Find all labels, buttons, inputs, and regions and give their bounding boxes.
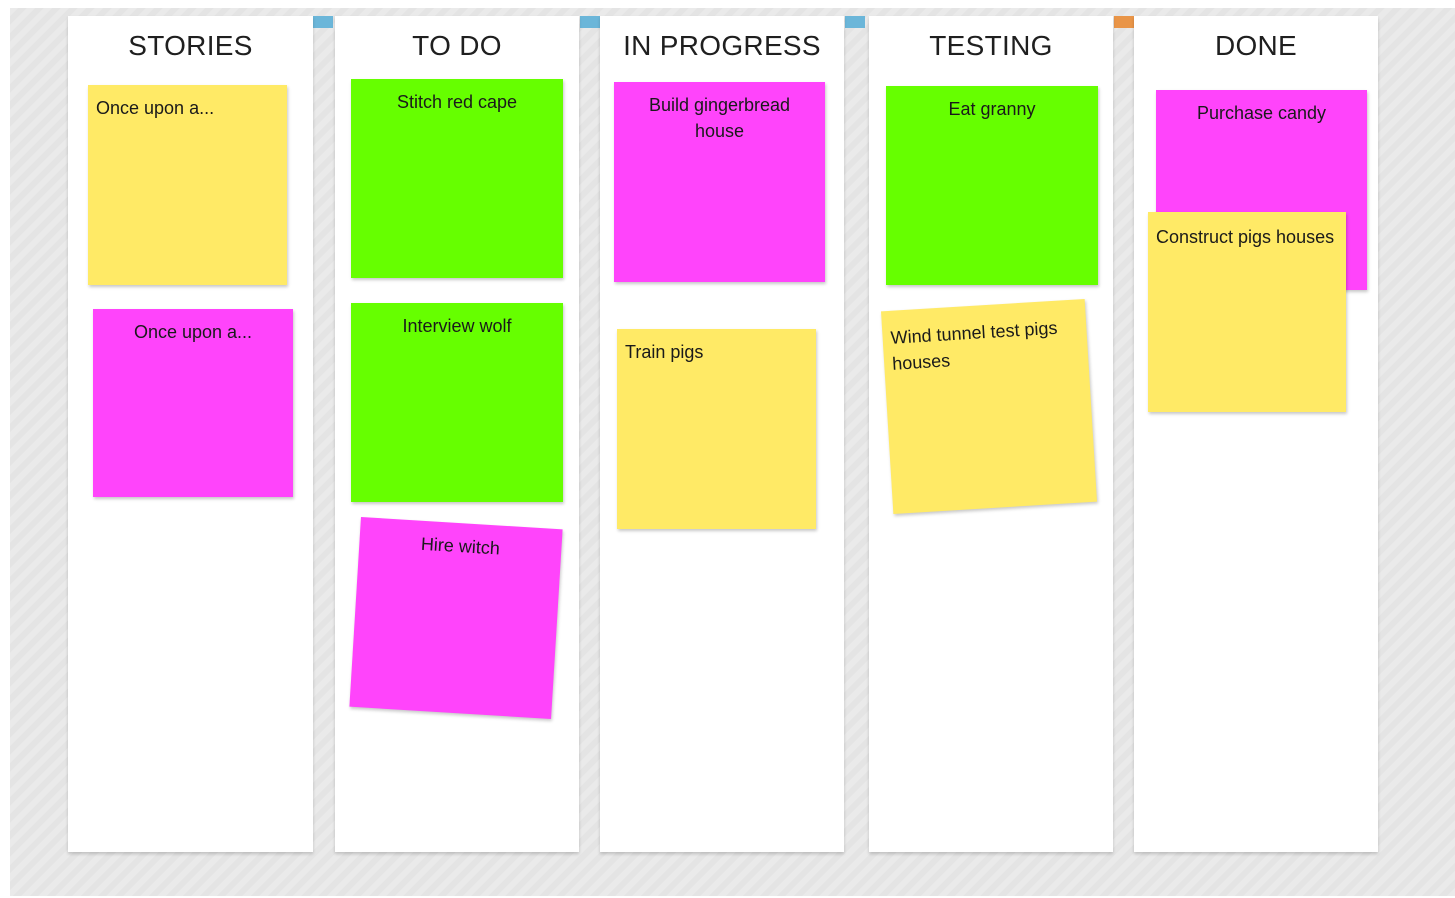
column-title: TESTING — [929, 30, 1053, 61]
note-text: Wind tunnel test pigs houses — [890, 317, 1059, 374]
kanban-board: STORIES TO DO IN PROGRESS TESTING DONE O… — [10, 8, 1455, 896]
column-title: DONE — [1214, 30, 1298, 61]
sticky-note[interactable]: Once upon a... — [93, 309, 293, 497]
column-title: STORIES — [128, 30, 253, 61]
sticky-note[interactable]: Eat granny — [886, 86, 1098, 285]
note-text: Once upon a... — [133, 322, 253, 342]
note-text: Construct pigs houses — [1156, 227, 1335, 247]
note-text: Interview wolf — [402, 316, 512, 336]
note-text: Build gingerbread house — [648, 95, 791, 141]
column-title: IN PROGRESS — [623, 30, 821, 61]
column-tab-todo — [313, 16, 333, 28]
sticky-note[interactable]: Build gingerbread house — [614, 82, 825, 282]
sticky-note[interactable]: Hire witch — [349, 517, 563, 719]
note-text: Hire witch — [420, 533, 501, 559]
column-tab-testing — [845, 16, 865, 28]
sticky-note[interactable]: Once upon a... — [88, 85, 287, 285]
note-text: Train pigs — [625, 342, 704, 362]
sticky-note[interactable]: Interview wolf — [351, 303, 563, 502]
sticky-note[interactable]: Wind tunnel test pigs houses — [880, 298, 1098, 515]
column-tab-done — [1114, 16, 1134, 28]
note-text: Stitch red cape — [396, 92, 518, 112]
sticky-note[interactable]: Train pigs — [617, 329, 816, 529]
sticky-note[interactable]: Stitch red cape — [351, 79, 563, 278]
note-text: Eat granny — [948, 99, 1036, 119]
sticky-note[interactable]: Construct pigs houses — [1148, 212, 1346, 412]
note-text: Purchase candy — [1196, 103, 1327, 123]
column-tab-progress — [580, 16, 600, 28]
note-text: Once upon a... — [96, 98, 215, 118]
column-title: TO DO — [412, 30, 502, 61]
